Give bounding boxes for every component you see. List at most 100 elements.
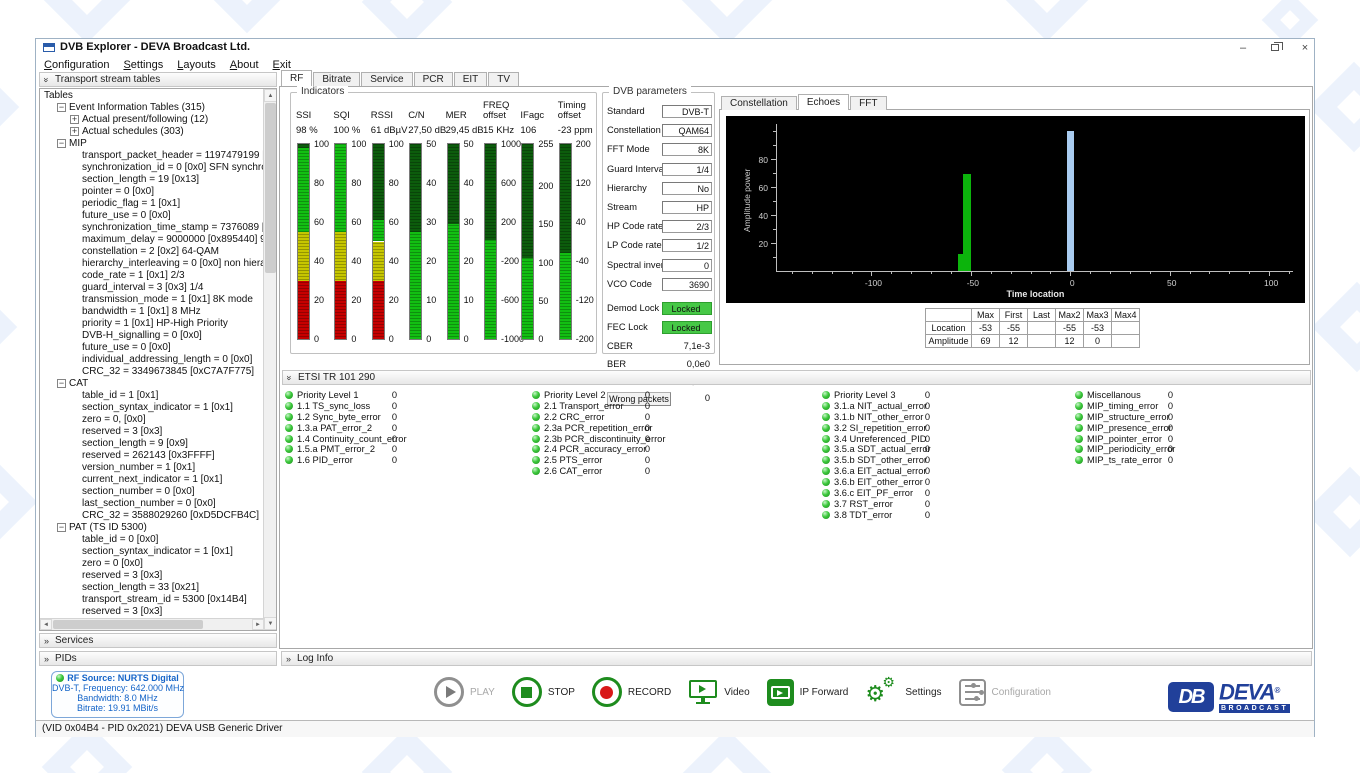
gauge-tick-label: 20 <box>463 256 474 266</box>
tab-bitrate[interactable]: Bitrate <box>313 72 361 86</box>
scroll-thumb[interactable] <box>53 620 203 629</box>
gauge-c-n: C/N 27,50 dB 50 40 30 20 10 0 <box>407 93 447 353</box>
settings-button[interactable]: ⚙ ⚙ Settings <box>865 675 941 707</box>
ip-forward-button[interactable]: IP Forward <box>766 678 848 706</box>
video-button[interactable]: Video <box>688 679 750 705</box>
collapse-node-icon[interactable]: − <box>57 102 66 112</box>
configuration-button[interactable]: Configuration <box>958 678 1051 706</box>
gauge-value: 27,50 dB <box>408 125 447 136</box>
menu-item-about[interactable]: About <box>230 59 259 71</box>
tree-item[interactable]: section_syntax_indicator = 1 [0x1] <box>40 402 264 414</box>
tree-item[interactable]: − MIP <box>40 138 264 150</box>
watermark-logo <box>201 0 293 34</box>
etsi-error-row: Miscellanous 0 <box>1075 390 1173 401</box>
tree-item[interactable]: synchronization_id = 0 [0x0] SFN synchro… <box>40 162 264 174</box>
menu-item-settings[interactable]: Settings <box>123 59 163 71</box>
tree-item[interactable]: individual_addressing_length = 0 [0x0] <box>40 354 264 366</box>
tab-pcr[interactable]: PCR <box>413 72 453 86</box>
tree-item[interactable]: + Actual present/following (12) <box>40 114 264 126</box>
dvb-param-row: FFT Mode 8K <box>607 143 712 157</box>
pids-section-header[interactable]: » PIDs <box>39 651 277 666</box>
tree-item[interactable]: section_length = 33 [0x21] <box>40 582 264 594</box>
tree-item[interactable]: table_id = 1 [0x1] <box>40 390 264 402</box>
tree-item[interactable]: CRC_32 = 3349673845 [0xC7A7F775] <box>40 366 264 378</box>
tab-tv[interactable]: TV <box>488 72 520 86</box>
tree-item[interactable]: reserved = 3 [0x3] <box>40 426 264 438</box>
tree-item[interactable]: − PAT (TS ID 5300) <box>40 522 264 534</box>
transport-stream-tables-header[interactable]: » Transport stream tables <box>39 72 277 87</box>
services-section-header[interactable]: » Services <box>39 633 277 648</box>
expand-node-icon[interactable]: + <box>70 126 79 136</box>
record-button[interactable]: RECORD <box>591 677 671 707</box>
tab-rf[interactable]: RF <box>281 70 313 86</box>
tree-item[interactable]: maximum_delay = 9000000 [0x895440] 900,0… <box>40 234 264 246</box>
tree-item[interactable]: guard_interval = 3 [0x3] 1/4 <box>40 282 264 294</box>
tree-item[interactable]: section_length = 9 [0x9] <box>40 438 264 450</box>
collapse-node-icon[interactable]: − <box>57 522 66 532</box>
tree-item[interactable]: − CAT <box>40 378 264 390</box>
tree-item[interactable]: zero = 0 [0x0] <box>40 558 264 570</box>
tree-item[interactable]: CRC_32 = 3588029260 [0xD5DCFB4C] <box>40 510 264 522</box>
play-button[interactable]: PLAY <box>434 677 495 707</box>
tree-item[interactable]: table_id = 0 [0x0] <box>40 534 264 546</box>
main-tab-row: RF Bitrate Service PCR EIT TV <box>281 70 520 86</box>
tree-item[interactable]: version_number = 1 [0x1] <box>40 462 264 474</box>
collapse-node-icon[interactable]: − <box>57 138 66 148</box>
tree-item[interactable]: − Event Information Tables (315) <box>40 102 264 114</box>
minimize-button[interactable]: – <box>1232 41 1254 55</box>
tree-vertical-scrollbar[interactable]: ▲ ▼ <box>263 89 276 630</box>
tree-item[interactable]: DVB-H_signalling = 0 [0x0] <box>40 330 264 342</box>
etsi-error-count: 0 <box>391 400 397 411</box>
tree-item[interactable]: reserved = 3 [0x3] <box>40 606 264 618</box>
menu-item-configuration[interactable]: Configuration <box>44 59 109 71</box>
tree-item[interactable]: hierarchy_interleaving = 0 [0x0] non hie… <box>40 258 264 270</box>
tree-item[interactable]: synchronization_time_stamp = 7376089 [0x… <box>40 222 264 234</box>
tab-echoes[interactable]: Echoes <box>797 94 850 110</box>
tree-item[interactable]: transmission_mode = 1 [0x1] 8K mode <box>40 294 264 306</box>
tree-item[interactable]: last_section_number = 0 [0x0] <box>40 498 264 510</box>
dvb-param-value: 0 <box>662 258 712 272</box>
tree-item[interactable]: reserved = 262143 [0x3FFFF] <box>40 450 264 462</box>
menu-item-layouts[interactable]: Layouts <box>177 59 216 71</box>
close-button[interactable]: × <box>1294 41 1316 55</box>
tree-item[interactable]: + Actual schedules (303) <box>40 126 264 138</box>
echo-table-row-header: Amplitude <box>925 334 972 348</box>
tree-horizontal-scrollbar[interactable]: ◄ ► <box>40 618 264 630</box>
tree-item[interactable]: section_length = 19 [0x13] <box>40 174 264 186</box>
expand-node-icon[interactable]: + <box>70 114 79 124</box>
scroll-down-icon[interactable]: ▼ <box>264 617 276 630</box>
echoes-table: Max First Last Max2 Max3 Max4 Location -53 -55 -5… <box>925 308 1140 348</box>
tab-fft[interactable]: FFT <box>850 96 887 110</box>
tree-item[interactable]: Tables <box>40 90 264 102</box>
etsi-section-header[interactable]: » ETSI TR 101 290 <box>282 370 1311 385</box>
tree-item[interactable]: constellation = 2 [0x2] 64-QAM <box>40 246 264 258</box>
etsi-error-row: 3.6.a EIT_actual_error 0 <box>822 466 930 477</box>
scroll-left-icon[interactable]: ◄ <box>40 619 52 630</box>
scroll-up-icon[interactable]: ▲ <box>264 89 276 102</box>
restore-button[interactable] <box>1264 41 1286 55</box>
tab-service[interactable]: Service <box>361 72 413 86</box>
scroll-thumb[interactable] <box>265 103 276 273</box>
tab-eit[interactable]: EIT <box>453 72 488 86</box>
tree-item[interactable]: zero = 0, [0x0] <box>40 414 264 426</box>
tree-item[interactable]: future_use = 0 [0x0] <box>40 210 264 222</box>
tree-item[interactable]: future_use = 0 [0x0] <box>40 342 264 354</box>
scroll-right-icon[interactable]: ► <box>252 619 264 630</box>
stop-button[interactable]: STOP <box>511 677 575 707</box>
log-info-header[interactable]: » Log Info <box>281 651 1312 666</box>
dvb-param-label: VCO Code <box>607 278 652 289</box>
tree-item[interactable]: section_syntax_indicator = 1 [0x1] <box>40 546 264 558</box>
collapse-node-icon[interactable]: − <box>57 378 66 388</box>
tree-item[interactable]: transport_stream_id = 5300 [0x14B4] <box>40 594 264 606</box>
tree-item[interactable]: transport_packet_header = 1197479199 [0x… <box>40 150 264 162</box>
tree-item[interactable]: section_number = 0 [0x0] <box>40 486 264 498</box>
tab-constellation[interactable]: Constellation <box>721 96 797 110</box>
tree-item[interactable]: periodic_flag = 1 [0x1] <box>40 198 264 210</box>
tree-item[interactable]: reserved = 3 [0x3] <box>40 570 264 582</box>
tree-item[interactable]: current_next_indicator = 1 [0x1] <box>40 474 264 486</box>
tree-item[interactable]: bandwidth = 1 [0x1] 8 MHz <box>40 306 264 318</box>
tree-item[interactable]: priority = 1 [0x1] HP-High Priority <box>40 318 264 330</box>
tree-item[interactable]: code_rate = 1 [0x1] 2/3 <box>40 270 264 282</box>
tree-item[interactable]: pointer = 0 [0x0] <box>40 186 264 198</box>
etsi-error-row: 3.6.c EIT_PF_error 0 <box>822 488 930 499</box>
